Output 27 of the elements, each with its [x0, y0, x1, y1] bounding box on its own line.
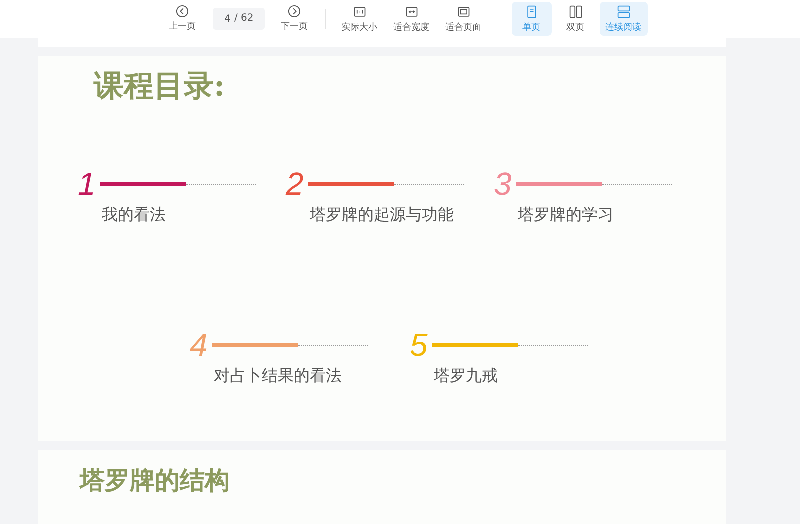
- item-number: 5: [410, 328, 429, 362]
- page-layout-icon: [568, 4, 582, 18]
- slide-heading: 课程目录:: [92, 68, 226, 106]
- view-mode-button[interactable]: 双页: [556, 2, 596, 36]
- item-number: 1: [78, 167, 97, 201]
- previous-page-button[interactable]: 上一页: [162, 2, 202, 36]
- fit-icon: [456, 4, 470, 18]
- item-number: 3: [494, 167, 513, 201]
- fit-button[interactable]: 实际大小: [336, 2, 384, 36]
- fit-icon: [404, 4, 418, 18]
- fit-icon: [352, 4, 366, 18]
- topic-label: 塔罗九戒: [434, 366, 499, 387]
- next-page-button[interactable]: 下一页: [274, 2, 314, 36]
- slide-heading: 塔罗牌的结构: [78, 465, 231, 497]
- fit-button[interactable]: 适合页面: [440, 2, 488, 36]
- right-chevron-icon: [288, 5, 301, 18]
- item-number: 4: [190, 328, 209, 362]
- topic-label: 塔罗牌的学习: [518, 205, 615, 226]
- page-count-label: / 62: [234, 13, 254, 25]
- item-number: 2: [286, 167, 305, 201]
- page-layout-icon: [524, 4, 538, 18]
- topic-label: 塔罗牌的起源与功能: [310, 205, 455, 226]
- fit-button[interactable]: 适合宽度: [388, 2, 436, 36]
- left-chevron-icon: [176, 5, 189, 18]
- topic-label: 我的看法: [102, 205, 167, 226]
- topic-label: 对占卜结果的看法: [214, 366, 343, 387]
- page-layout-icon: [616, 4, 630, 18]
